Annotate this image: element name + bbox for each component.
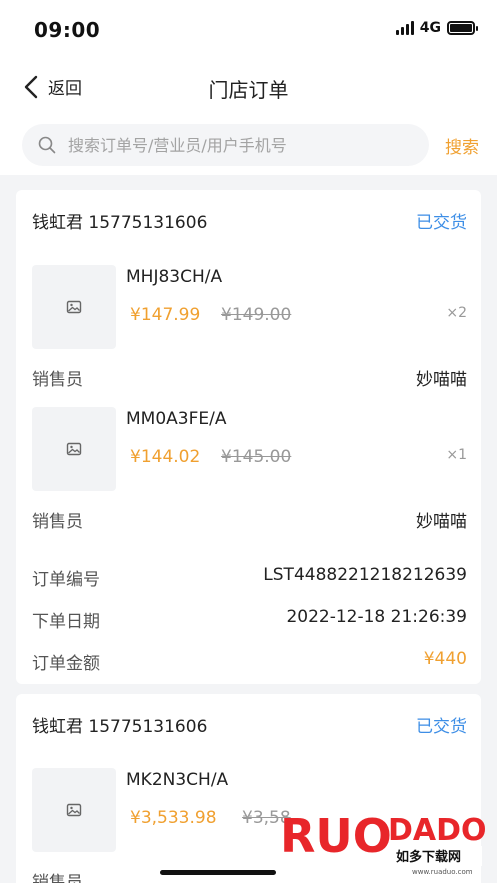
search-box[interactable] [22, 124, 429, 166]
top-header: 09:00 4G 返回 门店订单 搜索 [0, 0, 497, 175]
order-date-row: 下单日期 2022-12-18 21:26:39 [16, 597, 481, 639]
order-item[interactable]: MHJ83CH/A ¥147.99 ¥149.00 ×2 [16, 265, 481, 355]
search-icon [38, 136, 56, 154]
signal-icon [395, 21, 414, 35]
order-card-header: 钱虹君 15775131606 已交货 [16, 190, 481, 250]
search-button[interactable]: 搜索 [445, 133, 479, 158]
watermark-logo: RUO DADO 如多下载网 www.ruaduo.com [280, 809, 487, 876]
search-row: 搜索 [22, 124, 479, 166]
seller-label: 销售员 [32, 370, 83, 390]
home-indicator [160, 870, 276, 875]
image-placeholder-icon [66, 442, 82, 456]
product-price: ¥3,533.98 [130, 808, 217, 828]
svg-text:www.ruaduo.com: www.ruaduo.com [412, 868, 473, 876]
order-number-label: 订单编号 [32, 570, 100, 590]
svg-text:如多下载网: 如多下载网 [396, 849, 461, 865]
seller-name: 妙喵喵 [416, 370, 467, 390]
product-sku: MM0A3FE/A [126, 409, 227, 429]
order-date-label: 下单日期 [32, 612, 100, 632]
page-title: 门店订单 [208, 78, 289, 102]
product-thumbnail [32, 265, 116, 349]
product-quantity: ×2 [446, 305, 467, 321]
order-status: 已交货 [416, 717, 467, 737]
order-amount-row: 订单金额 ¥440 [16, 639, 481, 681]
network-type: 4G [419, 20, 441, 36]
status-time: 09:00 [34, 18, 101, 42]
product-price: ¥147.99 [130, 305, 201, 325]
product-price: ¥144.02 [130, 447, 201, 467]
order-card[interactable]: 钱虹君 15775131606 已交货 MHJ83CH/A ¥147.99 ¥1… [16, 190, 481, 684]
watermark-brand: RUO DADO 如多下载网 www.ruaduo.com [280, 809, 487, 876]
image-placeholder-icon [66, 803, 82, 817]
product-sku: MK2N3CH/A [126, 770, 229, 790]
buyer-info: 钱虹君 15775131606 [32, 717, 208, 737]
image-placeholder-icon [66, 300, 82, 314]
product-original-price: ¥149.00 [221, 305, 292, 325]
seller-label: 销售员 [32, 873, 83, 883]
product-quantity: ×1 [446, 447, 467, 463]
order-amount: ¥440 [423, 649, 467, 669]
order-number-row: 订单编号 LST4488221218212639 [16, 555, 481, 597]
product-thumbnail [32, 768, 116, 852]
order-item[interactable]: MM0A3FE/A ¥144.02 ¥145.00 ×1 [16, 407, 481, 497]
product-sku: MHJ83CH/A [126, 267, 223, 287]
order-status: 已交货 [416, 213, 467, 233]
product-original-price: ¥145.00 [221, 447, 292, 467]
order-amount-label: 订单金额 [32, 654, 100, 674]
svg-text:RUO: RUO [280, 809, 392, 863]
buyer-info: 钱虹君 15775131606 [32, 213, 208, 233]
product-thumbnail [32, 407, 116, 491]
status-indicators: 4G [395, 20, 478, 36]
seller-row: 销售员 妙喵喵 [16, 355, 481, 397]
order-number: LST4488221218212639 [263, 565, 467, 585]
seller-label: 销售员 [32, 512, 83, 532]
search-input[interactable] [68, 135, 398, 155]
battery-icon [447, 21, 478, 35]
seller-row: 销售员 妙喵喵 [16, 497, 481, 539]
order-date: 2022-12-18 21:26:39 [286, 607, 467, 627]
status-bar: 09:00 4G [0, 0, 497, 60]
seller-name: 妙喵喵 [416, 512, 467, 532]
svg-text:DADO: DADO [388, 813, 487, 848]
order-card-header: 钱虹君 15775131606 已交货 [16, 694, 481, 754]
nav-bar: 返回 门店订单 [0, 68, 497, 108]
